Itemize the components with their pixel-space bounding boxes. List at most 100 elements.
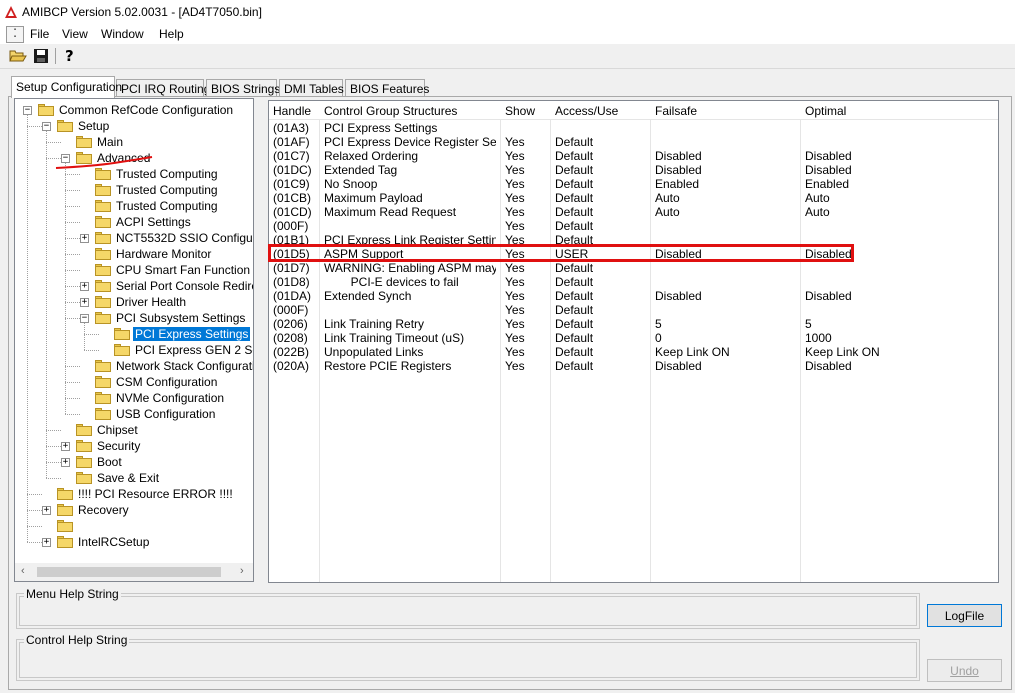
open-file-button[interactable] [8,46,28,66]
table-row[interactable]: (01A3) PCI Express Settings [269,121,998,135]
tree-node-label[interactable]: Serial Port Console Redirectio [114,279,253,293]
logfile-button[interactable]: LogFile [927,604,1002,627]
column-header[interactable]: Access/Use [555,104,618,118]
column-header[interactable]: Optimal [805,104,846,118]
tree-node[interactable]: + NCT5532D SSIO Configuratio [80,230,253,246]
table-row[interactable]: (01CB) Maximum Payload Yes Default Auto Auto [269,191,998,205]
tree-node-label[interactable]: Driver Health [114,295,188,309]
table-row[interactable]: (01DA) Extended Synch Yes Default Disabled Di… [269,289,998,303]
table-row[interactable]: (000F) Yes Default [269,219,998,233]
tree-node[interactable]: Hardware Monitor [80,246,213,262]
tree-node[interactable]: + Driver Health [80,294,188,310]
table-row[interactable]: (01D8) PCI-E devices to fail Yes Default [269,275,998,289]
tab-bios-features[interactable]: BIOS Features [345,79,429,96]
tree-node[interactable]: Trusted Computing [80,198,220,214]
tree-node[interactable]: − PCI Subsystem Settings [80,310,247,326]
tree-node[interactable]: Chipset [61,422,140,438]
expand-icon[interactable]: + [42,537,51,547]
tree-node[interactable]: Save & Exit [61,470,161,486]
tree-node[interactable]: !!!! PCI Resource ERROR !!!! [42,486,235,502]
tree-node-label[interactable]: Chipset [95,423,140,437]
tree-node[interactable]: USB Configuration [80,406,217,422]
tree-node[interactable] [42,518,80,534]
table-row[interactable]: (000F) Yes Default [269,303,998,317]
expand-icon[interactable]: + [80,297,89,307]
save-file-button[interactable] [31,46,51,66]
app-menu-icon[interactable]: ▪ ▪ [6,26,24,43]
tree-horizontal-scrollbar[interactable]: ‹ › [15,563,253,581]
tree-node-label[interactable]: ACPI Settings [114,215,193,229]
tree-node-label[interactable]: Setup [76,119,111,133]
tree-node-label[interactable]: PCI Express GEN 2 Setti [133,343,253,357]
tree-node-label[interactable]: Trusted Computing [114,183,220,197]
tree-node[interactable]: NVMe Configuration [80,390,226,406]
tree-node-label[interactable]: PCI Subsystem Settings [114,311,247,325]
tree-node-label[interactable]: Network Stack Configuration [114,359,253,373]
scroll-right-icon[interactable]: › [240,565,244,577]
menu-file[interactable]: File [30,27,49,41]
tree-node-label[interactable]: NVMe Configuration [114,391,226,405]
tree-node[interactable]: + IntelRCSetup [42,534,151,550]
expand-icon[interactable]: + [80,281,89,291]
tree-node-label[interactable]: CSM Configuration [114,375,219,389]
table-row[interactable]: (01CD) Maximum Read Request Yes Default Auto… [269,205,998,219]
menu-window[interactable]: Window [101,27,144,41]
column-header[interactable]: Show [505,104,535,118]
table-row[interactable]: (01AF) PCI Express Device Register Sett..… [269,135,998,149]
table-row[interactable]: (0208) Link Training Timeout (uS) Yes Defau… [269,331,998,345]
table-row[interactable]: (01C7) Relaxed Ordering Yes Default Disabled… [269,149,998,163]
expand-icon[interactable]: + [61,457,70,467]
scroll-left-icon[interactable]: ‹ [21,565,25,577]
menu-help[interactable]: Help [159,27,184,41]
tree-node[interactable]: + Boot [61,454,124,470]
tree-node[interactable]: − Setup [42,118,111,134]
tree-node-label[interactable]: NCT5532D SSIO Configuratio [114,231,253,245]
tree-node-label[interactable]: Hardware Monitor [114,247,213,261]
table-row[interactable]: (022B) Unpopulated Links Yes Default Keep Li… [269,345,998,359]
menu-view[interactable]: View [62,27,88,41]
tree-node[interactable]: CPU Smart Fan Function [80,262,252,278]
collapse-icon[interactable]: − [23,105,32,115]
scroll-thumb[interactable] [37,567,221,577]
tree-node[interactable]: Main [61,134,125,150]
tab-pci-irq-routing[interactable]: PCI IRQ Routing [116,79,210,96]
tree-node-label[interactable]: Recovery [76,503,131,517]
table-row[interactable]: (01C9) No Snoop Yes Default Enabled Enabled [269,177,998,191]
tree-node[interactable]: ACPI Settings [80,214,193,230]
help-button[interactable]: ? [60,46,80,66]
collapse-icon[interactable]: − [42,121,51,131]
tab-dmi-tables[interactable]: DMI Tables [279,79,344,96]
column-header[interactable]: Control Group Structures [324,104,457,118]
expand-icon[interactable]: + [42,505,51,515]
column-header[interactable]: Handle [273,104,311,118]
table-row[interactable]: (0206) Link Training Retry Yes Default 5 5 [269,317,998,331]
tree-node-label[interactable]: CPU Smart Fan Function [114,263,252,277]
tree-node-label[interactable]: Save & Exit [95,471,161,485]
tree-node-label[interactable]: Main [95,135,125,149]
tree-node[interactable]: PCI Express Settings [99,326,252,342]
column-header[interactable]: Failsafe [655,104,697,118]
table-row[interactable]: (01DC) Extended Tag Yes Default Disabled Disa… [269,163,998,177]
undo-button[interactable]: Undo [927,659,1002,682]
tree-node-label[interactable]: !!!! PCI Resource ERROR !!!! [76,487,235,501]
expand-icon[interactable]: + [61,441,70,451]
tab-bios-strings[interactable]: BIOS Strings [206,79,280,96]
tree-node[interactable]: Network Stack Configuration [80,358,253,374]
tree-node-label[interactable]: PCI Express Settings [131,326,252,342]
tree-node-label[interactable]: Boot [95,455,124,469]
table-row[interactable]: (020A) Restore PCIE Registers Yes Default Di… [269,359,998,373]
tree-node[interactable]: Trusted Computing [80,182,220,198]
tree-node[interactable]: + Recovery [42,502,131,518]
table-row[interactable]: (01D7) WARNING: Enabling ASPM may ... Yes D… [269,261,998,275]
tree-node[interactable]: − Common RefCode Configuration [23,102,235,118]
control-grid[interactable]: Handle Control Group Structures Show Access… [268,100,999,583]
tab-setup-configuration[interactable]: Setup Configuration [11,76,122,98]
tree-node[interactable]: + Serial Port Console Redirectio [80,278,253,294]
expand-icon[interactable]: + [80,233,89,243]
collapse-icon[interactable]: − [80,313,89,323]
tree-node-label[interactable]: IntelRCSetup [76,535,151,549]
tree-node[interactable]: PCI Express GEN 2 Setti [99,342,253,358]
tree-node-label[interactable]: Common RefCode Configuration [57,103,235,117]
tree-node-label[interactable]: Security [95,439,142,453]
tree-node[interactable]: CSM Configuration [80,374,219,390]
